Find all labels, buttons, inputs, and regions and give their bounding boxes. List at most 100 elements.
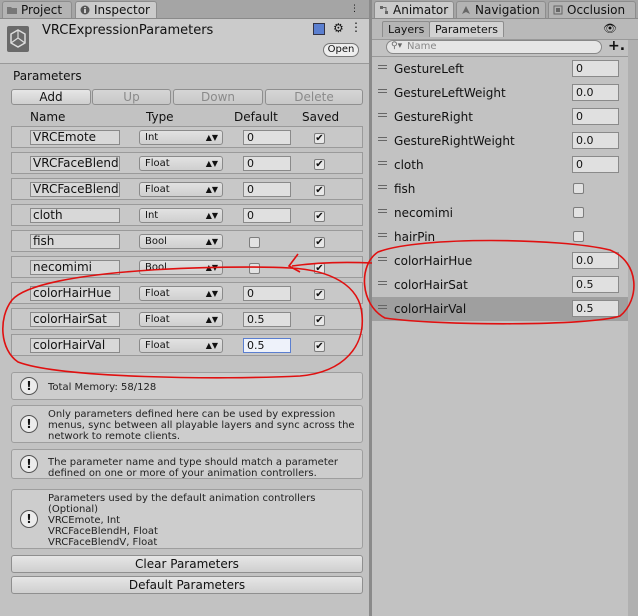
drag-handle-icon[interactable]: [378, 305, 387, 306]
up-button[interactable]: Up: [92, 89, 171, 105]
parameter-name-field[interactable]: cloth: [30, 208, 120, 223]
parameter-name-field[interactable]: colorHairHue: [30, 286, 120, 301]
drag-handle-icon[interactable]: [378, 89, 387, 90]
saved-checkbox[interactable]: ✔: [314, 263, 325, 274]
parameter-name-field[interactable]: colorHairSat: [30, 312, 120, 327]
animator-parameter-row[interactable]: GestureLeftWeight 0.0: [372, 81, 628, 105]
drag-handle-icon[interactable]: [378, 281, 387, 282]
down-button[interactable]: Down: [173, 89, 263, 105]
animator-parameter-row[interactable]: colorHairHue 0.0: [372, 249, 628, 273]
tab-parameters[interactable]: Parameters: [429, 21, 504, 37]
parameter-type-dropdown[interactable]: Float ▲▼: [139, 286, 223, 301]
parameter-type-dropdown[interactable]: Float ▲▼: [139, 338, 223, 353]
animator-parameter-row[interactable]: cloth 0: [372, 153, 628, 177]
default-value-field[interactable]: 0: [243, 156, 291, 171]
tab-layers[interactable]: Layers: [382, 21, 431, 37]
saved-checkbox[interactable]: ✔: [314, 237, 325, 248]
open-button[interactable]: Open: [323, 43, 359, 57]
add-button[interactable]: Add: [11, 89, 91, 105]
tab-occlusion[interactable]: Occlusion: [548, 1, 636, 18]
default-value-field[interactable]: 0: [243, 208, 291, 223]
clear-parameters-button[interactable]: Clear Parameters: [11, 555, 363, 573]
search-field[interactable]: ⚲▾ Name: [386, 40, 602, 54]
parameter-type-dropdown[interactable]: Bool ▲▼: [139, 234, 223, 249]
drag-handle-icon[interactable]: [378, 113, 387, 114]
default-checkbox[interactable]: [249, 237, 260, 248]
parameter-name-field[interactable]: VRCFaceBlend: [30, 182, 120, 197]
parameter-type-dropdown[interactable]: Int ▲▼: [139, 130, 223, 145]
saved-checkbox[interactable]: ✔: [314, 185, 325, 196]
parameter-name-field[interactable]: fish: [30, 234, 120, 249]
parameter-name-field[interactable]: VRCFaceBlend: [30, 156, 120, 171]
occlusion-icon: [553, 5, 563, 15]
parameter-name-field[interactable]: colorHairVal: [30, 338, 120, 353]
parameter-row: necomimi Bool ▲▼ ✔: [11, 256, 363, 278]
animator-parameter-row[interactable]: fish: [372, 177, 628, 201]
default-value-field[interactable]: 0.5: [243, 338, 291, 353]
parameter-value-field[interactable]: 0.0: [572, 84, 619, 101]
animator-parameter-row[interactable]: hairPin: [372, 225, 628, 249]
default-value-field[interactable]: 0: [243, 130, 291, 145]
parameter-value-field[interactable]: 0.5: [572, 276, 619, 293]
drag-handle-icon[interactable]: [378, 161, 387, 162]
drag-handle-icon[interactable]: [378, 209, 387, 210]
eye-icon[interactable]: 👁: [603, 22, 617, 35]
parameter-name-field[interactable]: VRCEmote: [30, 130, 120, 145]
animator-parameter-row[interactable]: colorHairSat 0.5: [372, 273, 628, 297]
parameter-value-field[interactable]: 0.0: [572, 252, 619, 269]
parameter-type-dropdown[interactable]: Float ▲▼: [139, 312, 223, 327]
animator-parameter-row[interactable]: necomimi: [372, 201, 628, 225]
parameter-name-field[interactable]: necomimi: [30, 260, 120, 275]
default-checkbox[interactable]: [249, 263, 260, 274]
help-book-icon[interactable]: [313, 23, 325, 35]
default-value-field[interactable]: 0: [243, 286, 291, 301]
menu-dots-icon[interactable]: ⋮: [350, 20, 362, 34]
parameter-checkbox[interactable]: [573, 231, 584, 242]
inspector-header: VRCExpressionParameters ⚙ ⋮ Open: [0, 19, 369, 64]
default-value-field[interactable]: 0: [243, 182, 291, 197]
saved-checkbox[interactable]: ✔: [314, 289, 325, 300]
drag-handle-icon[interactable]: [378, 65, 387, 66]
help-box-defaults: ! Parameters used by the default animati…: [11, 489, 363, 549]
parameter-type-dropdown[interactable]: Int ▲▼: [139, 208, 223, 223]
info-circle-icon: !: [20, 455, 38, 473]
parameter-value-field[interactable]: 0.0: [572, 132, 619, 149]
saved-checkbox[interactable]: ✔: [314, 211, 325, 222]
default-value-field[interactable]: 0.5: [243, 312, 291, 327]
tab-animator[interactable]: Animator: [374, 1, 454, 18]
saved-checkbox[interactable]: ✔: [314, 159, 325, 170]
help-line: VRCFaceBlendH, Float: [48, 526, 158, 537]
delete-button[interactable]: Delete: [265, 89, 363, 105]
add-parameter-button[interactable]: +.: [608, 38, 625, 54]
drag-handle-icon[interactable]: [378, 185, 387, 186]
default-parameters-button[interactable]: Default Parameters: [11, 576, 363, 594]
animator-parameter-row[interactable]: GestureRight 0: [372, 105, 628, 129]
settings-icon[interactable]: ⚙: [333, 21, 344, 35]
parameter-type-dropdown[interactable]: Bool ▲▼: [139, 260, 223, 275]
parameter-checkbox[interactable]: [573, 207, 584, 218]
parameter-type-dropdown[interactable]: Float ▲▼: [139, 182, 223, 197]
saved-checkbox[interactable]: ✔: [314, 133, 325, 144]
parameter-value-field[interactable]: 0: [572, 60, 619, 77]
drag-handle-icon[interactable]: [378, 233, 387, 234]
tab-navigation[interactable]: Navigation: [456, 1, 546, 18]
parameter-value-field[interactable]: 0: [572, 156, 619, 173]
animator-tab-strip: Animator Navigation Occlusion: [372, 0, 638, 19]
parameter-value-field[interactable]: 0.5: [572, 300, 619, 317]
drag-handle-icon[interactable]: [378, 257, 387, 258]
saved-checkbox[interactable]: ✔: [314, 315, 325, 326]
parameter-checkbox[interactable]: [573, 183, 584, 194]
animator-parameter-row[interactable]: GestureRightWeight 0.0: [372, 129, 628, 153]
animator-parameter-row[interactable]: colorHairVal 0.5: [372, 297, 628, 321]
saved-checkbox[interactable]: ✔: [314, 341, 325, 352]
help-line: Only parameters defined here can be used…: [48, 409, 336, 420]
tab-menu-icon[interactable]: ⋮: [350, 4, 359, 14]
animator-parameter-row[interactable]: GestureLeft 0: [372, 57, 628, 81]
parameter-value-field[interactable]: 0: [572, 108, 619, 125]
drag-handle-icon[interactable]: [378, 137, 387, 138]
tab-project[interactable]: Project: [2, 1, 72, 18]
tab-inspector[interactable]: Inspector: [75, 1, 157, 18]
dropdown-arrow-icon: ▲▼: [205, 341, 218, 350]
help-line: VRCEmote, Int: [48, 515, 121, 526]
parameter-type-dropdown[interactable]: Float ▲▼: [139, 156, 223, 171]
